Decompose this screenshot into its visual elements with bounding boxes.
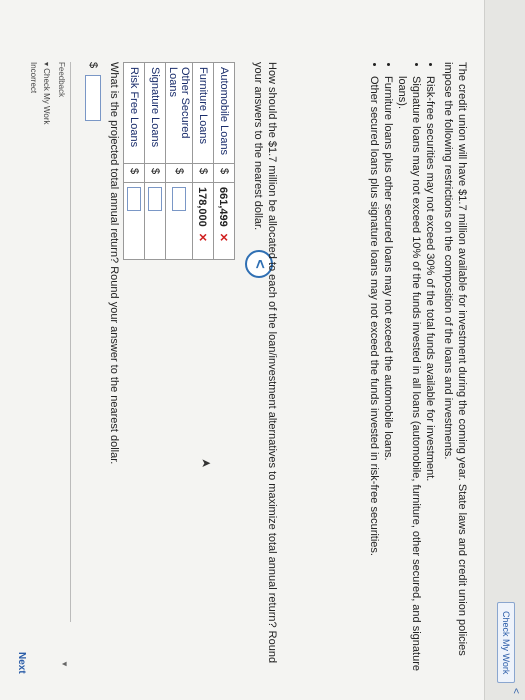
row-label: Other Secured Loans xyxy=(165,62,193,164)
row-label: Automobile Loans xyxy=(213,62,235,164)
list-item: Other secured loans plus signature loans… xyxy=(367,76,381,696)
currency-symbol: $ xyxy=(165,163,193,183)
currency-symbol: $ xyxy=(213,163,235,183)
table-row: Automobile Loans $ 661,499 ✕ xyxy=(213,62,235,260)
question-page: Check My Work < < The credit union will … xyxy=(0,0,525,700)
feedback-result: Incorrect xyxy=(29,62,38,94)
chevron-icon[interactable]: < xyxy=(510,688,521,694)
allocation-input[interactable]: 178,000 ✕ xyxy=(192,182,214,260)
empty-input-box[interactable] xyxy=(172,187,186,211)
cursor-icon: ➤ xyxy=(200,456,212,471)
allocation-table: Automobile Loans $ 661,499 ✕ Furniture Lo… xyxy=(123,62,235,260)
table-row: Signature Loans $ xyxy=(144,62,166,260)
input-value: 178,000 xyxy=(196,187,209,227)
feedback-section: Feedback ▾ Check My Work Incorrect xyxy=(29,62,71,622)
row-label: Signature Loans xyxy=(144,62,166,164)
table-row: Other Secured Loans $ xyxy=(165,62,193,260)
table-row: Risk Free Loans $ xyxy=(123,62,145,260)
empty-input-box[interactable] xyxy=(127,187,141,211)
currency-symbol: $ xyxy=(123,163,145,183)
question-allocation: How should the $1.7 million be allocated… xyxy=(252,62,278,664)
list-item: Risk-free securities may not exceed 30% … xyxy=(423,76,437,696)
question-return: What is the projected total annual retur… xyxy=(108,62,120,465)
left-panel: Check My Work xyxy=(484,0,525,700)
allocation-input[interactable] xyxy=(144,182,166,260)
incorrect-icon: ✕ xyxy=(217,232,230,242)
empty-input-box[interactable] xyxy=(148,187,162,211)
check-my-work-toggle[interactable]: ▾ Check My Work xyxy=(42,62,51,622)
allocation-input[interactable]: 661,499 ✕ xyxy=(213,182,235,260)
return-answer-row: $ xyxy=(85,62,101,122)
currency-symbol: $ xyxy=(87,62,100,69)
currency-symbol: $ xyxy=(144,163,166,183)
scroll-down-icon[interactable]: ▼ xyxy=(60,660,69,668)
row-label: Furniture Loans xyxy=(192,62,214,164)
row-label: Risk Free Loans xyxy=(123,62,145,164)
list-item: Signature loans may not exceed 10% of th… xyxy=(395,76,423,696)
return-input[interactable] xyxy=(85,75,101,122)
check-my-work-button[interactable]: Check My Work xyxy=(497,602,515,684)
incorrect-icon: ✕ xyxy=(196,232,209,242)
feedback-title: Feedback xyxy=(57,62,66,98)
currency-symbol: $ xyxy=(192,163,214,183)
allocation-input[interactable] xyxy=(123,182,145,260)
intro-text: The credit union will have $1.7 million … xyxy=(442,62,468,656)
table-row: Furniture Loans $ 178,000 ✕ xyxy=(192,62,214,260)
allocation-input[interactable] xyxy=(165,182,193,260)
restrictions-list: Risk-free securities may not exceed 30% … xyxy=(367,62,437,696)
input-value: 661,499 xyxy=(217,187,230,227)
next-button[interactable]: Next xyxy=(16,652,27,674)
list-item: Furniture loans plus other secured loans… xyxy=(381,76,395,696)
